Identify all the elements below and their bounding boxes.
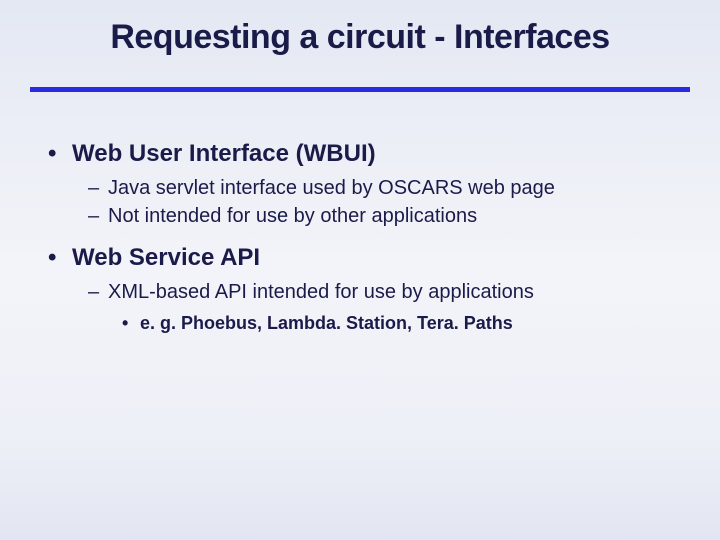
sub-sub-list: e. g. Phoebus, Lambda. Station, Tera. Pa… bbox=[108, 310, 680, 337]
bullet-label: Not intended for use by other applicatio… bbox=[108, 205, 477, 227]
slide-title: Requesting a circuit - Interfaces bbox=[40, 18, 680, 87]
sub-list: XML-based API intended for use by applic… bbox=[72, 278, 680, 337]
list-item: XML-based API intended for use by applic… bbox=[82, 278, 680, 337]
list-item: Web User Interface (WBUI) Java servlet i… bbox=[40, 140, 680, 230]
list-item: Not intended for use by other applicatio… bbox=[82, 202, 680, 230]
slide: Requesting a circuit - Interfaces Web Us… bbox=[0, 0, 720, 391]
bullet-label: e. g. Phoebus, Lambda. Station, Tera. Pa… bbox=[140, 313, 513, 333]
list-item: e. g. Phoebus, Lambda. Station, Tera. Pa… bbox=[118, 310, 680, 337]
bullet-label: XML-based API intended for use by applic… bbox=[108, 281, 534, 303]
bullet-label: Web Service API bbox=[72, 244, 260, 271]
sub-list: Java servlet interface used by OSCARS we… bbox=[72, 174, 680, 230]
list-item: Java servlet interface used by OSCARS we… bbox=[82, 174, 680, 202]
title-divider bbox=[30, 87, 690, 92]
bullet-label: Java servlet interface used by OSCARS we… bbox=[108, 177, 555, 199]
bullet-list: Web User Interface (WBUI) Java servlet i… bbox=[40, 140, 680, 337]
list-item: Web Service API XML-based API intended f… bbox=[40, 244, 680, 337]
bullet-label: Web User Interface (WBUI) bbox=[72, 140, 376, 167]
